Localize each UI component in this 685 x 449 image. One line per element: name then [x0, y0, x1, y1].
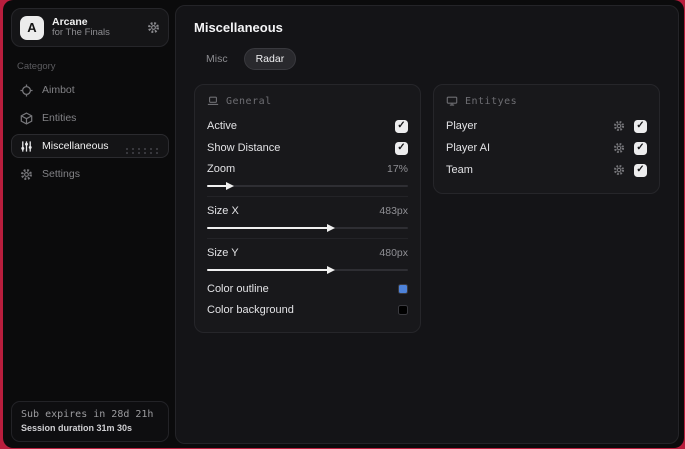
- sliders-icon: [20, 140, 33, 153]
- active-checkbox[interactable]: [395, 119, 408, 133]
- team-settings-button[interactable]: [613, 164, 625, 176]
- slider-fill: [207, 266, 335, 274]
- toggle-row-show-distance: Show Distance: [207, 137, 408, 159]
- slider-row-size-x: Size X 483px: [207, 201, 408, 221]
- slider-value: 17%: [386, 163, 408, 175]
- color-row-outline: Color outline: [207, 278, 408, 299]
- slider-label: Size X: [207, 205, 239, 217]
- sidebar-item-label: Miscellaneous: [42, 140, 109, 152]
- slider-label: Zoom: [207, 163, 236, 175]
- panels-row: General Active Show Distance Zoom 17%: [194, 84, 660, 333]
- app-subtitle: for The Finals: [52, 27, 110, 39]
- monitor-icon: [446, 95, 458, 107]
- sidebar-item-aimbot[interactable]: Aimbot: [11, 78, 169, 102]
- color-label: Color outline: [207, 282, 269, 295]
- slider-track: [207, 185, 408, 187]
- tab-bar: Misc Radar: [194, 48, 660, 70]
- team-checkbox[interactable]: [634, 163, 647, 177]
- subscription-card: Sub expires in 28d 21h Session duration …: [11, 401, 169, 442]
- general-panel-title: General: [226, 95, 272, 107]
- size-y-slider[interactable]: [207, 265, 408, 275]
- cube-icon: [20, 111, 33, 125]
- divider: [207, 196, 408, 197]
- slider-label: Size Y: [207, 247, 239, 259]
- sub-expires-text: Sub expires in 28d 21h: [21, 409, 154, 420]
- divider: [207, 238, 408, 239]
- entity-row-player-ai: Player AI: [446, 137, 647, 159]
- tab-misc[interactable]: Misc: [194, 48, 240, 70]
- sidebar-nav: Aimbot Entities Miscellaneous Settings: [3, 78, 175, 186]
- header-gear-button[interactable]: [147, 21, 160, 34]
- sidebar-item-miscellaneous[interactable]: Miscellaneous: [11, 134, 169, 158]
- sidebar-item-settings[interactable]: Settings: [11, 162, 169, 186]
- sidebar-item-entities[interactable]: Entities: [11, 106, 169, 130]
- sidebar: A Arcane for The Finals Category Aimbot …: [3, 0, 175, 448]
- slider-fill: [207, 182, 235, 190]
- sidebar-item-label: Settings: [42, 168, 80, 180]
- toggle-row-active: Active: [207, 115, 408, 137]
- app-titles: Arcane for The Finals: [52, 16, 139, 39]
- slider-fill: [207, 224, 335, 232]
- entity-row-team: Team: [446, 159, 647, 181]
- entities-panel: Entityes Player ✓ Player AI ✓ Team ✓: [433, 84, 660, 194]
- main-content: Miscellaneous Misc Radar General Active …: [175, 5, 679, 444]
- slider-row-zoom: Zoom 17%: [207, 159, 408, 179]
- general-panel-header: General: [207, 95, 408, 107]
- entities-panel-title: Entityes: [465, 95, 518, 107]
- entity-label: Team: [446, 164, 473, 176]
- entity-row-player: Player: [446, 115, 647, 137]
- gear-icon: [20, 168, 33, 181]
- app-window: A Arcane for The Finals Category Aimbot …: [3, 0, 684, 448]
- color-row-background: Color background: [207, 299, 408, 320]
- sidebar-item-label: Aimbot: [42, 84, 75, 96]
- page-title: Miscellaneous: [194, 20, 283, 35]
- player-ai-settings-button[interactable]: [613, 142, 625, 154]
- tab-radar[interactable]: Radar: [243, 48, 297, 70]
- category-label: Category: [17, 61, 56, 72]
- entity-label: Player: [446, 120, 478, 132]
- gear-icon: [613, 142, 625, 154]
- entities-panel-header: Entityes: [446, 95, 647, 107]
- sidebar-header-card: A Arcane for The Finals: [11, 8, 169, 47]
- background-color-swatch[interactable]: [398, 304, 408, 315]
- size-x-slider[interactable]: [207, 223, 408, 233]
- slider-value: 480px: [379, 247, 408, 259]
- gear-icon: [613, 120, 625, 132]
- show-distance-checkbox[interactable]: [395, 141, 408, 155]
- app-logo: A: [20, 15, 44, 40]
- player-ai-checkbox[interactable]: [634, 141, 647, 155]
- gear-icon: [147, 21, 160, 34]
- crosshair-icon: [20, 83, 33, 97]
- slider-row-size-y: Size Y 480px: [207, 243, 408, 263]
- toggle-label: Show Distance: [207, 142, 281, 154]
- active-item-dots-decoration: [124, 147, 162, 154]
- outline-color-swatch[interactable]: [398, 283, 408, 294]
- general-panel: General Active Show Distance Zoom 17%: [194, 84, 421, 333]
- laptop-icon: [207, 95, 219, 107]
- toggle-label: Active: [207, 120, 237, 132]
- entity-label: Player AI: [446, 142, 491, 154]
- sidebar-item-label: Entities: [42, 112, 77, 124]
- player-settings-button[interactable]: [613, 120, 625, 132]
- session-duration-text: Session duration 31m 30s: [21, 423, 133, 433]
- color-label: Color background: [207, 303, 294, 316]
- zoom-slider[interactable]: [207, 181, 408, 191]
- slider-value: 483px: [379, 205, 408, 217]
- player-checkbox[interactable]: [634, 119, 647, 133]
- gear-icon: [613, 164, 625, 176]
